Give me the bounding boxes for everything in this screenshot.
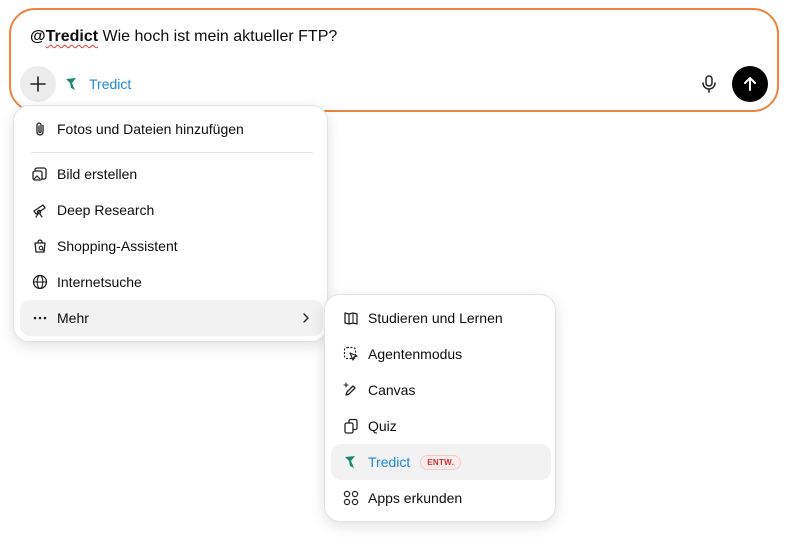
send-button[interactable] <box>732 66 768 102</box>
tredict-logo-icon <box>342 453 360 471</box>
globe-icon <box>31 273 49 291</box>
microphone-icon <box>702 75 716 93</box>
menu-item-more[interactable]: Mehr <box>20 300 323 336</box>
image-create-icon <box>31 165 49 183</box>
app-mention: @Tredict <box>30 28 98 45</box>
submenu-item-tredict[interactable]: Tredict ENTW. <box>331 444 551 480</box>
selected-app-label: Tredict <box>89 76 132 92</box>
mention-name: Tredict <box>45 28 99 45</box>
menu-item-label: Internetsuche <box>57 274 142 290</box>
dev-badge: ENTW. <box>420 454 462 470</box>
menu-item-label: Mehr <box>57 310 89 326</box>
arrow-up-icon <box>744 77 756 91</box>
more-submenu: Studieren und Lernen Agentenmodus Canvas… <box>324 294 556 522</box>
menu-item-web-search[interactable]: Internetsuche <box>20 264 323 300</box>
submenu-item-label: Canvas <box>368 382 416 398</box>
submenu-item-label: Quiz <box>368 418 397 434</box>
plus-icon <box>30 76 46 92</box>
add-button[interactable] <box>20 66 56 102</box>
menu-item-label: Bild erstellen <box>57 166 138 182</box>
submenu-item-label: Tredict <box>368 454 411 470</box>
submenu-item-canvas[interactable]: Canvas <box>331 372 551 408</box>
selected-app-chip[interactable]: Tredict <box>65 73 131 95</box>
prompt-composer[interactable]: @Tredict Wie hoch ist mein aktueller FTP… <box>9 8 779 112</box>
menu-item-label: Shopping-Assistent <box>57 238 178 254</box>
submenu-item-quiz[interactable]: Quiz <box>331 408 551 444</box>
chevron-right-icon <box>303 313 309 323</box>
submenu-item-label: Agentenmodus <box>368 346 463 362</box>
book-icon <box>342 309 360 327</box>
pencil-sparkle-icon <box>342 381 360 399</box>
more-dots-icon <box>31 309 49 327</box>
tredict-logo-icon <box>66 78 76 90</box>
microphone-button[interactable] <box>697 72 721 96</box>
telescope-icon <box>31 201 49 219</box>
paperclip-icon <box>31 120 49 138</box>
submenu-item-study[interactable]: Studieren und Lernen <box>331 300 551 336</box>
menu-item-shopping[interactable]: Shopping-Assistent <box>20 228 323 264</box>
shopping-bag-icon <box>31 237 49 255</box>
submenu-item-label: Studieren und Lernen <box>368 310 503 326</box>
agent-cursor-icon <box>342 345 360 363</box>
prompt-input[interactable]: @Tredict Wie hoch ist mein aktueller FTP… <box>30 27 337 47</box>
prompt-text: Wie hoch ist mein aktueller FTP? <box>98 28 338 45</box>
menu-item-label: Deep Research <box>57 202 155 218</box>
submenu-item-explore-apps[interactable]: Apps erkunden <box>331 480 551 516</box>
submenu-item-label: Apps erkunden <box>368 490 463 506</box>
submenu-item-agent-mode[interactable]: Agentenmodus <box>331 336 551 372</box>
cards-icon <box>342 417 360 435</box>
menu-item-add-files[interactable]: Fotos und Dateien hinzufügen <box>20 111 323 147</box>
apps-grid-icon <box>342 489 360 507</box>
menu-item-deep-research[interactable]: Deep Research <box>20 192 323 228</box>
attach-menu: Fotos und Dateien hinzufügen Bild erstel… <box>13 105 328 342</box>
menu-item-create-image[interactable]: Bild erstellen <box>20 156 323 192</box>
mention-symbol: @ <box>30 28 46 45</box>
menu-divider <box>31 152 313 153</box>
menu-item-label: Fotos und Dateien hinzufügen <box>57 121 244 137</box>
